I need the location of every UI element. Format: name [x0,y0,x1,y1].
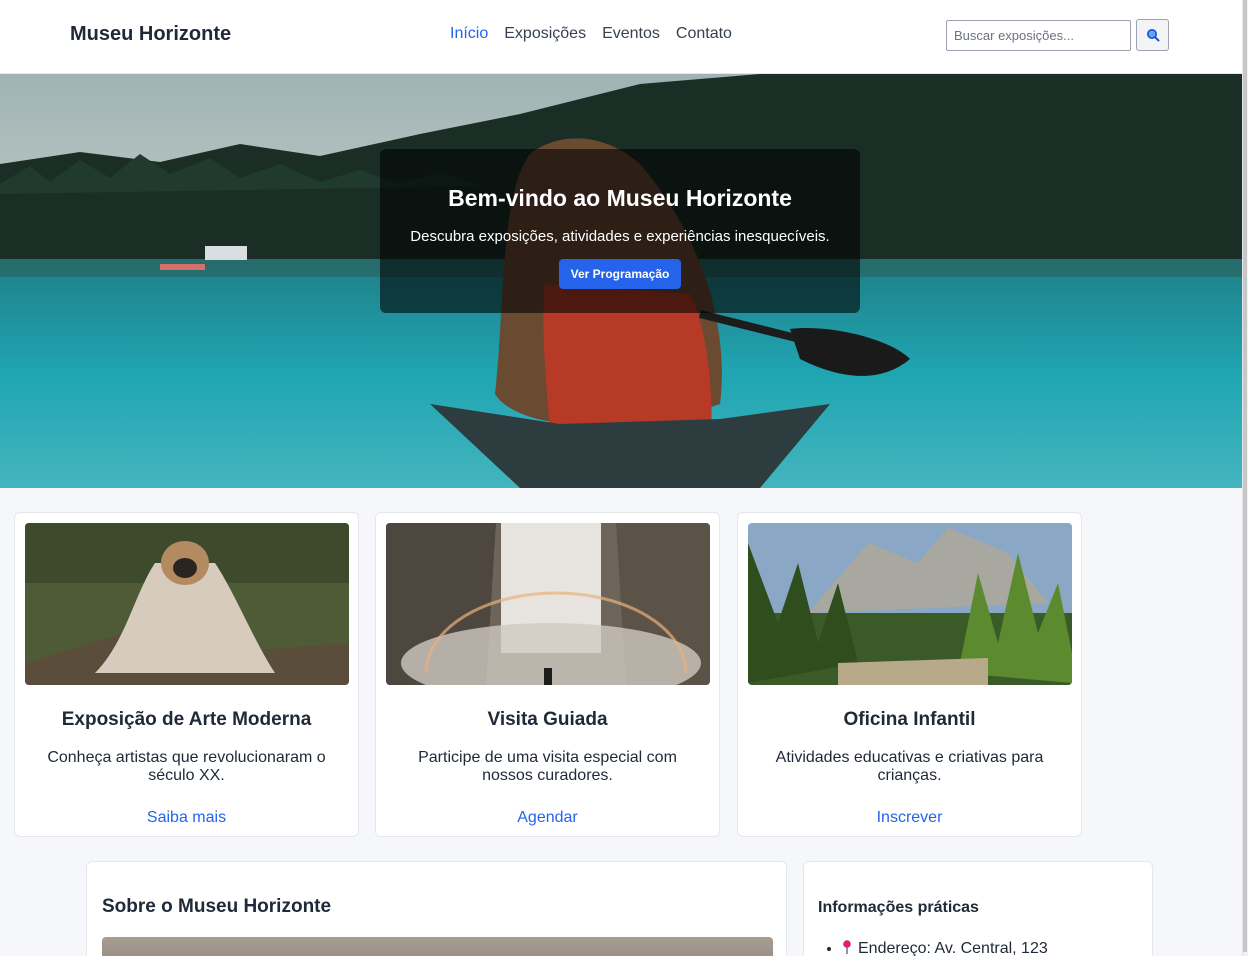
hero-overlay: Bem-vindo ao Museu Horizonte Descubra ex… [380,149,860,313]
about-section: Sobre o Museu Horizonte [86,861,787,956]
about-title: Sobre o Museu Horizonte [102,896,332,917]
card-image-forest [748,523,1072,685]
search-input[interactable] [946,20,1131,51]
page-scrollbar[interactable] [1242,0,1248,956]
hero-subtitle: Descubra exposições, atividades e experi… [410,228,830,245]
card-image-pug [25,523,349,685]
agendar-link[interactable]: Agendar [376,809,719,827]
site-header: Museu Horizonte Início Exposições Evento… [0,0,1242,74]
card-arte-moderna: Exposição de Arte Moderna Conheça artist… [14,512,359,837]
card-oficina-infantil: Oficina Infantil Atividades educativas e… [737,512,1082,837]
nav-link-inicio[interactable]: Início [450,25,488,43]
info-panel: Informações práticas Endereço: Av. Centr… [803,861,1153,956]
hero-title: Bem-vindo ao Museu Horizonte [448,185,792,211]
card-title: Oficina Infantil [843,709,976,730]
ver-programacao-button[interactable]: Ver Programação [558,259,682,289]
saiba-mais-link[interactable]: Saiba mais [15,809,358,827]
inscrever-link[interactable]: Inscrever [738,809,1081,827]
scrollbar-thumb[interactable] [1243,0,1247,952]
card-title: Visita Guiada [487,709,608,730]
card-title: Exposição de Arte Moderna [61,709,312,730]
search-icon [1146,29,1159,42]
info-title: Informações práticas [818,899,979,916]
info-item-text: Endereço: Av. Central, 123 [858,940,1048,956]
card-description: Atividades educativas e criativas para c… [775,749,1044,784]
nav-link-contato[interactable]: Contato [676,25,732,43]
nav-link-exposicoes[interactable]: Exposições [504,25,586,43]
site-logo[interactable]: Museu Horizonte [70,23,231,46]
card-description: Participe de uma visita especial com nos… [418,749,677,784]
main-nav: Início Exposições Eventos Contato [450,25,732,43]
about-image [102,937,773,956]
search-button[interactable] [1136,19,1169,51]
card-visita-guiada: Visita Guiada Participe de uma visita es… [375,512,720,837]
nav-link-eventos[interactable]: Eventos [602,25,660,43]
card-description: Conheça artistas que revolucionaram o sé… [47,749,326,784]
hero-banner: Bem-vindo ao Museu Horizonte Descubra ex… [0,74,1242,488]
info-item-address: Endereço: Av. Central, 123 [842,940,1048,956]
card-image-waterfall [386,523,710,685]
pin-icon [843,940,851,954]
info-list: Endereço: Av. Central, 123 [842,940,1048,956]
